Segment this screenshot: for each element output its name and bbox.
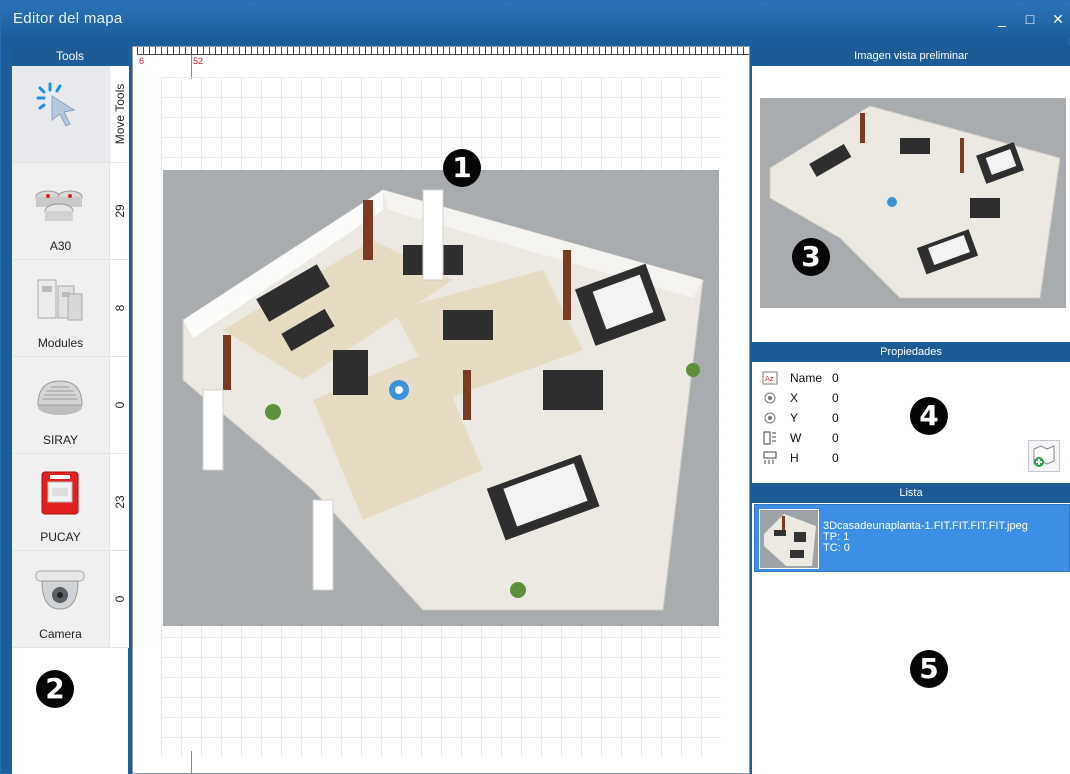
minimize-button[interactable]: _ bbox=[991, 9, 1013, 29]
prop-w-value[interactable]: 0 bbox=[832, 431, 872, 445]
ruler-start-value: 6 bbox=[139, 56, 145, 66]
tool-siray[interactable]: SIRAY 0 bbox=[12, 357, 129, 454]
siren-icon bbox=[37, 380, 83, 415]
add-map-icon bbox=[1033, 445, 1055, 467]
tool-siray-label: SIRAY bbox=[42, 433, 79, 447]
preview-header: Imagen vista preliminar bbox=[752, 46, 1070, 66]
tool-pucay[interactable]: PUCAY 23 bbox=[12, 454, 129, 551]
tool-camera-label: Camera bbox=[39, 627, 82, 641]
horizontal-ruler bbox=[137, 47, 749, 55]
move-tool-cell[interactable] bbox=[12, 66, 109, 162]
floor-plan-image[interactable] bbox=[163, 170, 719, 626]
height-icon bbox=[763, 451, 777, 464]
prop-w-label: W bbox=[790, 431, 802, 445]
callout-badge-2: 2 bbox=[36, 670, 74, 708]
target-icon bbox=[764, 392, 776, 404]
smoke-detector-icon bbox=[35, 190, 83, 221]
tool-pucay-count: 23 bbox=[112, 495, 127, 509]
name-tag-icon: Az bbox=[762, 371, 778, 385]
prop-name-value[interactable]: 0 bbox=[832, 371, 872, 385]
title-bar[interactable]: Editor del mapa _ □ ✕ bbox=[1, 1, 1070, 39]
tool-camera-count: 0 bbox=[112, 595, 127, 603]
list-item-filename: 3Dcasadeunaplanta-1.FIT.FIT.FIT.FIT.jpeg bbox=[823, 520, 1028, 532]
list-item[interactable]: 3Dcasadeunaplanta-1.FIT.FIT.FIT.FIT.jpeg… bbox=[754, 504, 1070, 572]
map-canvas[interactable]: 6 52 1 bbox=[132, 46, 750, 774]
tool-pucay-label: PUCAY bbox=[40, 530, 81, 544]
properties-section: Propiedades bbox=[752, 342, 1070, 362]
width-icon bbox=[763, 431, 776, 445]
module-icon bbox=[37, 279, 83, 321]
lista-section: Lista bbox=[752, 483, 1070, 503]
prop-name-label: Name bbox=[790, 371, 823, 385]
cursor-click-icon bbox=[36, 82, 76, 127]
ruler-cursor-line-bottom bbox=[191, 751, 192, 773]
ruler-cursor-line bbox=[191, 55, 192, 79]
prop-x-value[interactable]: 0 bbox=[832, 391, 872, 405]
siray-tool-cell[interactable]: SIRAY bbox=[12, 357, 109, 453]
target-icon bbox=[764, 412, 776, 424]
floor-plan-illustration bbox=[182, 189, 704, 611]
tool-a30[interactable]: A30 29 bbox=[12, 163, 129, 260]
tool-modules-label: Modules bbox=[37, 336, 84, 350]
callout-badge-4: 4 bbox=[910, 397, 948, 435]
camera-tool-cell[interactable]: Camera bbox=[12, 551, 109, 647]
pucay-tool-cell[interactable]: PUCAY bbox=[12, 454, 109, 550]
prop-h-value[interactable]: 0 bbox=[832, 451, 872, 465]
add-map-button[interactable] bbox=[1028, 440, 1060, 472]
list-item-tp: TP: 1 bbox=[823, 531, 850, 543]
properties-header: Propiedades bbox=[752, 342, 1070, 362]
tool-modules[interactable]: Modules 8 bbox=[12, 260, 129, 357]
tool-a30-label: A30 bbox=[49, 239, 72, 253]
prop-x-label: X bbox=[790, 391, 799, 405]
a30-tool-cell[interactable]: A30 bbox=[12, 163, 109, 259]
callout-badge-1: 1 bbox=[443, 149, 481, 187]
tool-siray-count: 0 bbox=[112, 401, 127, 409]
callout-badge-3: 3 bbox=[792, 238, 830, 276]
lista-header: Lista bbox=[752, 483, 1070, 503]
close-button[interactable]: ✕ bbox=[1047, 9, 1069, 29]
tool-a30-count: 29 bbox=[112, 204, 127, 218]
svg-text:Az: Az bbox=[765, 375, 774, 383]
ruler-marker-value: 52 bbox=[193, 56, 204, 66]
thumbnail-floor-plan bbox=[764, 514, 816, 566]
preview-floor-plan bbox=[769, 105, 1061, 299]
tool-move-label: Move Tools bbox=[112, 83, 127, 145]
preview-image: 3 bbox=[760, 98, 1066, 308]
tools-panel: Tools Move Tools A30 29 Modules 8 SIRAY … bbox=[12, 46, 130, 774]
prop-y-value[interactable]: 0 bbox=[832, 411, 872, 425]
tool-camera[interactable]: Camera 0 bbox=[12, 551, 129, 648]
window-title: Editor del mapa bbox=[13, 10, 123, 27]
list-item-tc: TC: 0 bbox=[823, 542, 850, 554]
tools-header: Tools bbox=[12, 46, 128, 66]
right-panel: Imagen vista preliminar 3 Propiedades Az… bbox=[752, 46, 1070, 774]
call-point-icon bbox=[41, 471, 79, 515]
tool-modules-count: 8 bbox=[112, 304, 127, 312]
tool-move[interactable]: Move Tools bbox=[12, 66, 129, 163]
prop-h-label: H bbox=[790, 451, 799, 465]
prop-y-label: Y bbox=[790, 411, 799, 425]
dome-camera-icon bbox=[35, 570, 85, 610]
maximize-button[interactable]: □ bbox=[1019, 9, 1041, 29]
list-item-thumbnail bbox=[759, 509, 819, 569]
modules-tool-cell[interactable]: Modules bbox=[12, 260, 109, 356]
callout-badge-5: 5 bbox=[910, 650, 948, 688]
